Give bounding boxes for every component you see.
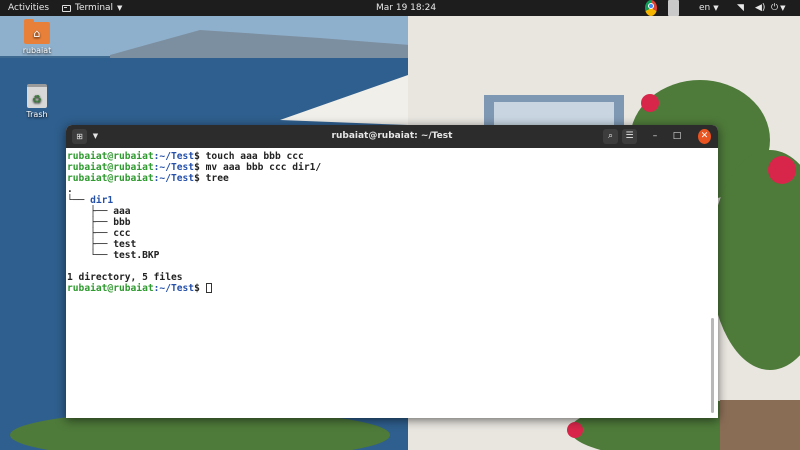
power-menu[interactable]: ⏻ ▼ bbox=[771, 0, 786, 16]
terminal-line: rubaiat@rubaiat:~/Test$ tree bbox=[67, 173, 229, 184]
home-folder-icon: ⌂ bbox=[24, 19, 50, 44]
prompt-sigil: $ bbox=[194, 283, 200, 294]
tree-root: . bbox=[67, 184, 73, 195]
chevron-down-icon: ▼ bbox=[780, 4, 786, 12]
search-icon: ⌕ bbox=[607, 131, 614, 141]
window-title: rubaiat@rubaiat: ~/Test bbox=[331, 131, 453, 141]
software-store-icon[interactable] bbox=[668, 0, 679, 16]
close-button[interactable]: ✕ bbox=[698, 129, 711, 144]
tree-file-name: bbb bbox=[113, 217, 131, 228]
desktop-icon-label: rubaiat bbox=[22, 46, 52, 55]
tree-branch: └── bbox=[67, 250, 114, 261]
tree-entry: ├── test bbox=[67, 239, 136, 250]
tree-file-name: aaa bbox=[113, 206, 131, 217]
prompt-sigil: $ bbox=[194, 173, 200, 184]
tree-file-name: test.BKP bbox=[113, 250, 160, 261]
desktop-icon-trash[interactable]: ♻ Trash bbox=[13, 84, 61, 119]
terminal-line: rubaiat@rubaiat:~/Test$ mv aaa bbb ccc d… bbox=[67, 162, 321, 173]
trash-icon: ♻ bbox=[27, 84, 47, 108]
volume-icon[interactable]: ◀) bbox=[755, 0, 765, 16]
power-icon: ⏻ bbox=[771, 3, 779, 13]
tree-entry: └── test.BKP bbox=[67, 250, 159, 261]
chrome-icon[interactable] bbox=[645, 0, 657, 16]
prompt-path: :~/Test bbox=[153, 283, 195, 294]
tree-branch: ├── bbox=[67, 228, 114, 239]
tree-branch: ├── bbox=[67, 206, 114, 217]
prompt-user: rubaiat@rubaiat bbox=[67, 162, 154, 173]
prompt-path: :~/Test bbox=[153, 173, 195, 184]
tree-file-name: ccc bbox=[113, 228, 131, 239]
text-cursor bbox=[205, 283, 212, 293]
close-icon: ✕ bbox=[700, 131, 709, 141]
tree-entry: ├── ccc bbox=[67, 228, 131, 239]
prompt-path: :~/Test bbox=[153, 162, 195, 173]
hamburger-icon: ☰ bbox=[625, 131, 634, 141]
app-menu-label: Terminal bbox=[75, 3, 114, 13]
tree-branch: ├── bbox=[67, 239, 114, 250]
prompt-sigil: $ bbox=[194, 151, 200, 162]
terminal-app-icon bbox=[62, 4, 71, 12]
minimize-button[interactable]: – bbox=[649, 129, 661, 144]
prompt-user: rubaiat@rubaiat bbox=[67, 151, 154, 162]
app-menu[interactable]: Terminal ▼ bbox=[62, 0, 122, 16]
tree-summary: 1 directory, 5 files bbox=[67, 272, 183, 283]
maximize-icon: □ bbox=[672, 131, 682, 141]
top-bar: Activities Terminal ▼ Mar 19 18:24 en ▼ … bbox=[0, 0, 800, 16]
terminal-line: rubaiat@rubaiat:~/Test$ bbox=[67, 283, 212, 294]
command-text: tree bbox=[205, 173, 229, 184]
chevron-down-icon: ▼ bbox=[92, 132, 99, 140]
scrollbar[interactable] bbox=[711, 318, 714, 413]
chevron-down-icon: ▼ bbox=[713, 4, 719, 12]
menu-button[interactable]: ☰ bbox=[622, 129, 637, 144]
prompt-sigil: $ bbox=[194, 162, 200, 173]
minimize-icon: – bbox=[652, 131, 658, 141]
new-tab-icon: ⊞ bbox=[76, 132, 83, 141]
wifi-icon[interactable]: ◥ bbox=[737, 0, 744, 16]
clock[interactable]: Mar 19 18:24 bbox=[376, 0, 436, 16]
command-text: touch aaa bbb ccc bbox=[205, 151, 304, 162]
activities-button[interactable]: Activities bbox=[8, 0, 49, 16]
terminal-window[interactable]: ⊞ ▼ rubaiat@rubaiat: ~/Test ⌕ ☰ – □ ✕ ru… bbox=[66, 125, 718, 418]
chevron-down-icon: ▼ bbox=[117, 4, 123, 12]
tree-dir-name: dir1 bbox=[90, 195, 114, 206]
maximize-button[interactable]: □ bbox=[671, 129, 683, 144]
prompt-path: :~/Test bbox=[153, 151, 195, 162]
tree-branch: ├── bbox=[67, 217, 114, 228]
desktop-icon-home[interactable]: ⌂ rubaiat bbox=[13, 19, 61, 55]
language-selector[interactable]: en ▼ bbox=[699, 0, 719, 16]
tree-branch: └── bbox=[67, 195, 91, 206]
window-titlebar[interactable]: ⊞ ▼ rubaiat@rubaiat: ~/Test ⌕ ☰ – □ ✕ bbox=[66, 125, 718, 148]
tree-entry: ├── bbb bbox=[67, 217, 131, 228]
terminal-output[interactable]: rubaiat@rubaiat:~/Test$ touch aaa bbb cc… bbox=[66, 148, 718, 418]
terminal-line: rubaiat@rubaiat:~/Test$ touch aaa bbb cc… bbox=[67, 151, 304, 162]
prompt-user: rubaiat@rubaiat bbox=[67, 283, 154, 294]
tree-entry: └── dir1 bbox=[67, 195, 113, 206]
tab-menu-button[interactable]: ▼ bbox=[89, 129, 102, 144]
tree-file-name: test bbox=[113, 239, 137, 250]
new-tab-button[interactable]: ⊞ bbox=[72, 129, 87, 144]
search-button[interactable]: ⌕ bbox=[603, 129, 618, 144]
language-label: en bbox=[699, 3, 711, 13]
prompt-user: rubaiat@rubaiat bbox=[67, 173, 154, 184]
command-text: mv aaa bbb ccc dir1/ bbox=[205, 162, 322, 173]
tree-entry: ├── aaa bbox=[67, 206, 131, 217]
desktop-icon-label: Trash bbox=[26, 110, 48, 119]
